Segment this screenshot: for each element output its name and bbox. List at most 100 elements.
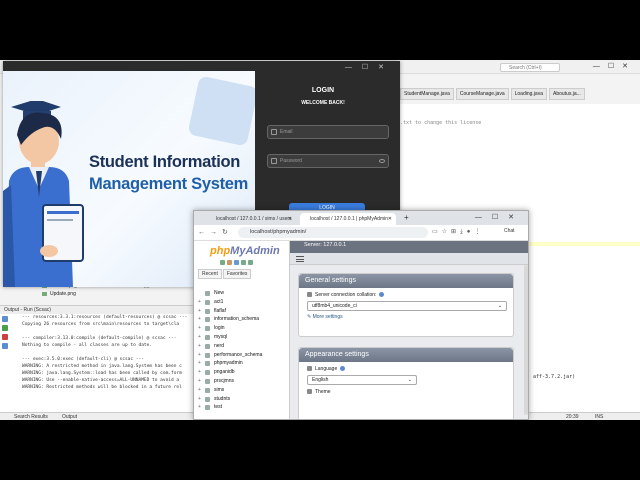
browser-tab-bar: localhost / 127.0.0.1 / sims / users ✕ lo… xyxy=(194,211,528,225)
pma-main-content: Server: 127.0.0.1 General settings Serve… xyxy=(290,241,528,419)
db-item[interactable]: flaflaf xyxy=(198,307,262,316)
close-tab-icon[interactable]: ✕ xyxy=(288,213,292,225)
output-line: --- exec:3.5.0:exec (default-cli) @ scsa… xyxy=(22,357,144,362)
theme-icon xyxy=(307,389,312,395)
address-bar[interactable]: localhost/phpmyadmin/ xyxy=(238,227,428,238)
email-placeholder: Email xyxy=(280,129,293,135)
output-line: --- compiler:3.13.0:compile (default-com… xyxy=(22,336,177,341)
hero-title-line2: Management System xyxy=(89,175,249,193)
db-item[interactable]: login xyxy=(198,324,262,333)
code-line: .txt to change this license xyxy=(400,120,482,126)
browser-tab-active[interactable]: localhost / 127.0.0.1 | phpMyAdmin ✕ xyxy=(300,213,396,225)
student-illustration xyxy=(3,101,84,287)
more-settings-link[interactable]: ✎ More settings xyxy=(299,311,513,320)
ide-search-input[interactable]: Search (Ctrl+I) xyxy=(500,63,560,72)
chevron-down-icon: ⌄ xyxy=(407,377,412,383)
collation-icon xyxy=(307,292,312,298)
db-item[interactable]: nerd xyxy=(198,342,262,351)
db-item[interactable]: information_schema xyxy=(198,315,262,324)
language-select[interactable]: English ⌄ xyxy=(307,375,417,385)
login-window-controls[interactable]: —☐✕ xyxy=(345,63,394,71)
db-item[interactable]: prscjmns xyxy=(198,377,262,386)
db-item[interactable]: sims xyxy=(198,386,262,395)
nav-buttons[interactable]: ←→↻ xyxy=(198,228,233,236)
db-item[interactable]: studnts xyxy=(198,395,262,404)
pma-breadcrumb-bar: Server: 127.0.0.1 xyxy=(290,241,528,253)
db-item[interactable]: pnganidb xyxy=(198,368,262,377)
rerun-icon[interactable] xyxy=(2,316,8,322)
desktop-screen: Search (Ctrl+I) —☐✕ StudentManage.java C… xyxy=(0,60,640,420)
login-title: LOGIN xyxy=(311,87,335,94)
collation-label-text: Server connection collation: xyxy=(315,292,377,298)
home-icon xyxy=(220,260,225,265)
pma-quick-icons[interactable] xyxy=(220,260,255,265)
file-item[interactable]: Update.png xyxy=(40,290,77,298)
general-settings-panel: General settings Server connection colla… xyxy=(298,273,514,337)
phpmyadmin-logo[interactable]: phpMyAdmin xyxy=(210,245,280,257)
insert-mode: INS xyxy=(595,414,604,420)
eye-icon[interactable] xyxy=(379,159,385,163)
ide-right-text: aff-3.7.2.jar) xyxy=(533,374,576,380)
db-item[interactable]: mysql xyxy=(198,333,262,342)
database-tree: New act1 flaflaf information_schema logi… xyxy=(198,289,262,412)
stop-icon[interactable] xyxy=(2,334,8,340)
output-line: WARNING: java.lang.System::load has been… xyxy=(22,371,182,376)
email-field[interactable]: Email xyxy=(267,125,389,139)
db-item-new[interactable]: New xyxy=(198,289,262,298)
favorites-tab[interactable]: Favorites xyxy=(222,269,252,279)
collation-select[interactable]: utf8mb4_unicode_ci ⌄ xyxy=(307,301,507,311)
ide-tab[interactable]: CourseManage.java xyxy=(455,88,509,100)
output-tab[interactable]: Output xyxy=(62,414,77,420)
lock-icon xyxy=(271,158,277,164)
tab-title: localhost / 127.0.0.1 / sims / users xyxy=(216,216,292,222)
run-icon[interactable] xyxy=(2,325,8,331)
main-scrollbar[interactable] xyxy=(524,265,528,415)
db-item[interactable]: performance_schema xyxy=(198,351,262,360)
current-line-highlight xyxy=(528,242,640,246)
chevron-down-icon: ⌄ xyxy=(497,303,502,309)
tab-title: localhost / 127.0.0.1 | phpMyAdmin xyxy=(310,216,389,222)
help-icon[interactable] xyxy=(340,366,346,372)
theme-label: Theme xyxy=(299,385,513,395)
menu-icon[interactable] xyxy=(296,256,304,262)
db-item[interactable]: test xyxy=(198,403,262,412)
cursor-position: 20:39 xyxy=(566,414,579,420)
server-breadcrumb[interactable]: Server: 127.0.0.1 xyxy=(304,242,346,248)
db-item[interactable]: phpmyadmin xyxy=(198,359,262,368)
close-tab-icon[interactable]: ✕ xyxy=(388,213,392,225)
ide-tab[interactable]: StudentManage.java xyxy=(400,88,454,100)
ide-tab[interactable]: Loading.java xyxy=(510,88,547,100)
ide-right-pane: aff-3.7.2.jar) xyxy=(528,304,640,412)
help-icon[interactable] xyxy=(379,292,385,298)
logo-myadmin: MyAdmin xyxy=(230,245,280,257)
output-line: WARNING: Use --enable-native-access=ALL-… xyxy=(22,378,180,383)
mail-icon xyxy=(271,129,277,135)
recent-tab[interactable]: Recent xyxy=(198,269,222,279)
db-item[interactable]: act1 xyxy=(198,298,262,307)
pma-menu-bar xyxy=(290,253,528,265)
new-tab-button[interactable]: + xyxy=(404,213,409,222)
language-label: Language xyxy=(299,362,513,372)
chat-button[interactable]: Chat xyxy=(504,228,515,234)
login-subtitle: WELCOME BACK! xyxy=(301,100,345,106)
browser-extension-icons[interactable]: ▭☆⊞⤓●⋮ xyxy=(432,228,484,236)
general-settings-heading: General settings xyxy=(299,274,513,288)
password-field[interactable]: Password xyxy=(267,154,389,168)
ide-tab[interactable]: Aboutus.ja... xyxy=(548,88,585,100)
appearance-settings-panel: Appearance settings Language English ⌄ Th… xyxy=(298,347,514,419)
search-results-tab[interactable]: Search Results xyxy=(14,414,48,420)
wrench-icon: ✎ xyxy=(307,314,312,320)
output-panel: Output - Run (Scsac) --- resources:3.3.1… xyxy=(0,305,200,412)
ide-window-controls[interactable]: —☐✕ xyxy=(593,62,636,70)
browser-window-controls[interactable]: —☐✕ xyxy=(475,213,524,221)
settings-icon xyxy=(241,260,246,265)
reload-icon xyxy=(248,260,253,265)
language-icon xyxy=(307,366,312,372)
output-line: --- resources:3.3.1:resources (default-r… xyxy=(22,315,188,320)
output-line: Nothing to compile - all classes are up … xyxy=(22,343,153,348)
browser-tab[interactable]: localhost / 127.0.0.1 / sims / users ✕ xyxy=(206,213,296,225)
settings-icon[interactable] xyxy=(2,343,8,349)
collation-value: utf8mb4_unicode_ci xyxy=(312,303,357,309)
